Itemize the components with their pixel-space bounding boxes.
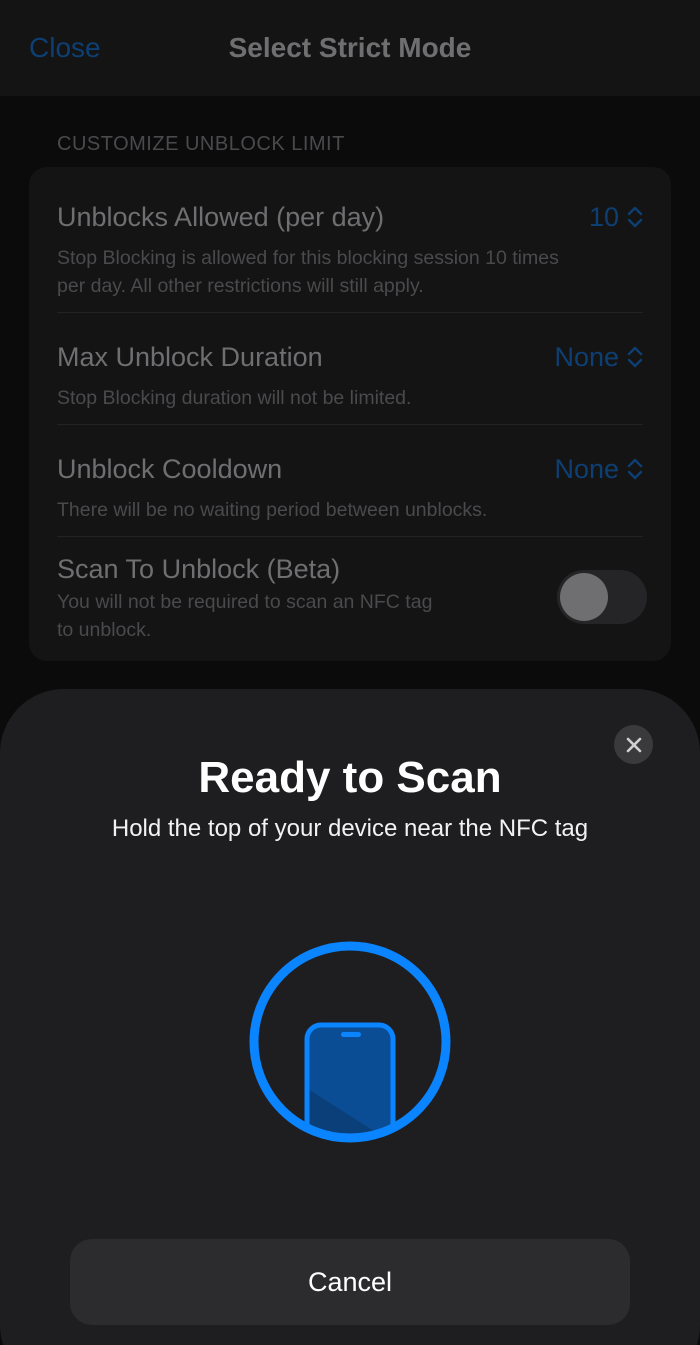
max-duration-description: Stop Blocking duration will not be limit… — [57, 387, 412, 409]
toggle-knob — [560, 573, 608, 621]
unblocks-allowed-picker[interactable]: 10 — [589, 200, 643, 234]
scan-to-unblock-description: You will not be required to scan an NFC … — [57, 588, 432, 644]
scan-to-unblock-toggle[interactable] — [557, 570, 647, 624]
unblocks-allowed-row[interactable]: Unblocks Allowed (per day) 10 Stop Block… — [57, 200, 643, 300]
screen: Close Select Strict Mode CUSTOMIZE UNBLO… — [0, 0, 700, 1345]
chevron-up-down-icon — [627, 458, 643, 480]
divider — [57, 312, 643, 313]
cooldown-description: There will be no waiting period between … — [57, 499, 488, 521]
scan-to-unblock-title: Scan To Unblock (Beta) — [57, 554, 341, 584]
max-duration-title: Max Unblock Duration — [57, 342, 323, 372]
unblocks-allowed-description: Stop Blocking is allowed for this blocki… — [57, 244, 559, 300]
cooldown-value: None — [554, 454, 619, 484]
max-duration-value: None — [554, 342, 619, 372]
unblocks-allowed-description-line1: Stop Blocking is allowed for this blocki… — [57, 247, 559, 269]
unblocks-allowed-title: Unblocks Allowed (per day) — [57, 202, 385, 232]
unblocks-allowed-description-line2: per day. All other restrictions will sti… — [57, 275, 424, 297]
chevron-up-down-icon — [627, 346, 643, 368]
max-duration-picker[interactable]: None — [554, 340, 643, 374]
section-header: CUSTOMIZE UNBLOCK LIMIT — [57, 133, 345, 155]
sheet-title: Ready to Scan — [198, 753, 502, 802]
divider — [57, 536, 643, 537]
phone-nfc-icon — [249, 941, 451, 1143]
page-title: Select Strict Mode — [228, 32, 472, 63]
divider — [57, 424, 643, 425]
sheet-subtitle: Hold the top of your device near the NFC… — [111, 815, 589, 842]
settings-group: Unblocks Allowed (per day) 10 Stop Block… — [29, 167, 671, 661]
cancel-button[interactable]: Cancel — [70, 1239, 630, 1325]
cooldown-title: Unblock Cooldown — [57, 454, 283, 484]
scan-to-unblock-row: Scan To Unblock (Beta) You will not be r… — [57, 552, 671, 642]
nav-bar: Close Select Strict Mode — [0, 0, 700, 96]
chevron-up-down-icon — [627, 206, 643, 228]
cooldown-row[interactable]: Unblock Cooldown None There will be no w… — [57, 452, 643, 522]
unblocks-allowed-value: 10 — [588, 202, 619, 232]
scan-to-unblock-description-line1: You will not be required to scan an NFC … — [57, 591, 433, 613]
max-duration-row[interactable]: Max Unblock Duration None Stop Blocking … — [57, 340, 643, 410]
scan-to-unblock-description-line2: to unblock. — [57, 619, 152, 641]
cooldown-picker[interactable]: None — [554, 452, 643, 486]
